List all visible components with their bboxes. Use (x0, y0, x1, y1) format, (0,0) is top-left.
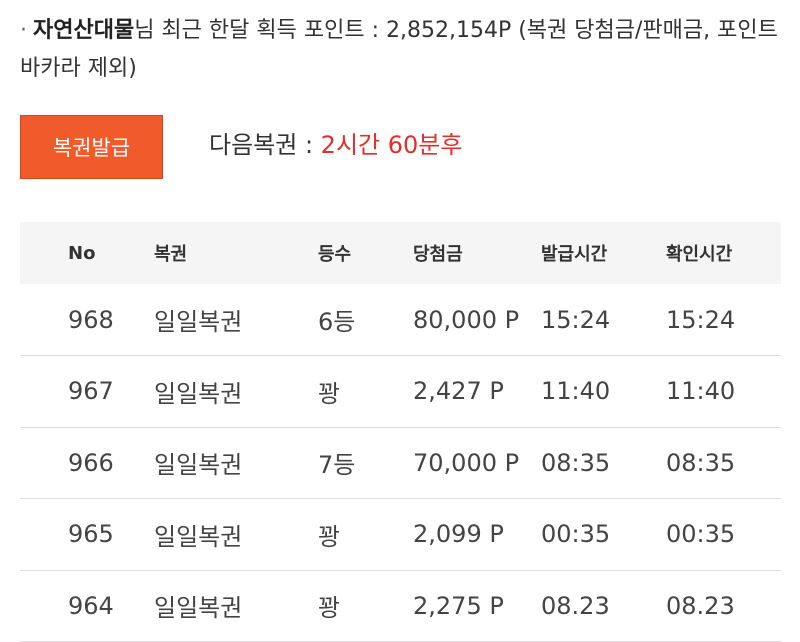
cell-no: 964 (68, 591, 114, 620)
cell-issued-time: 08:35 (541, 448, 611, 477)
cell-rank: 꽝 (318, 594, 341, 623)
points-summary-text: 님 최근 한달 획득 포인트 : 2,852,154P (복권 당첨금/판매금,… (20, 18, 778, 81)
table-row: 967 일일복권 꽝 2,427 P 11:40 11:40 (20, 356, 781, 427)
col-header-lottery: 복권 (154, 244, 188, 265)
table-row: 968 일일복권 6등 80,000 P 15:24 15:24 (20, 284, 781, 356)
cell-prize: 2,427 P (413, 377, 504, 406)
table-header-row: No 복권 등수 당첨금 발급시간 확인시간 (20, 222, 781, 284)
table-row: 965 일일복권 꽝 2,099 P 00:35 00:35 (20, 499, 781, 570)
table-row: 964 일일복권 꽝 2,275 P 08.23 08.23 (20, 570, 781, 642)
col-header-checked-time: 확인시간 (666, 244, 733, 265)
col-header-prize: 당첨금 (413, 244, 463, 265)
lottery-history-table: No 복권 등수 당첨금 발급시간 확인시간 968 일일복권 6등 80,00… (20, 222, 781, 642)
cell-issued-time: 15:24 (541, 305, 611, 334)
col-header-issued-time: 발급시간 (541, 244, 608, 265)
next-lottery-time: 2시간 60분후 (320, 131, 463, 159)
issue-row: 복권발급 다음복권 : 2시간 60분후 (20, 115, 780, 179)
next-lottery-info: 다음복권 : 2시간 60분후 (209, 125, 462, 160)
cell-rank: 7등 (318, 451, 356, 480)
cell-lottery: 일일복권 (154, 451, 243, 480)
cell-lottery: 일일복권 (154, 308, 243, 336)
cell-no: 966 (68, 448, 114, 477)
cell-no: 968 (68, 305, 114, 334)
points-summary: · 자연산대물님 최근 한달 획득 포인트 : 2,852,154P (복권 당첨… (20, 12, 780, 88)
next-lottery-label: 다음복권 : (209, 131, 321, 159)
col-header-no: No (68, 242, 96, 264)
issue-lottery-button[interactable]: 복권발급 (20, 115, 163, 179)
cell-prize: 2,099 P (413, 520, 504, 549)
cell-checked-time: 08:35 (666, 448, 736, 477)
cell-issued-time: 11:40 (541, 377, 611, 406)
cell-rank: 6등 (318, 308, 356, 336)
cell-issued-time: 08.23 (541, 591, 610, 620)
username: 자연산대물 (33, 18, 135, 43)
cell-no: 965 (68, 520, 114, 549)
bullet: · (20, 18, 27, 43)
table-row: 966 일일복권 7등 70,000 P 08:35 08:35 (20, 427, 781, 499)
cell-lottery: 일일복권 (154, 522, 243, 551)
cell-checked-time: 08.23 (666, 591, 735, 620)
cell-issued-time: 00:35 (541, 520, 611, 549)
cell-checked-time: 00:35 (666, 520, 736, 549)
cell-rank: 꽝 (318, 379, 341, 408)
cell-no: 967 (68, 377, 114, 406)
cell-lottery: 일일복권 (154, 379, 243, 408)
cell-rank: 꽝 (318, 522, 341, 551)
cell-checked-time: 11:40 (666, 377, 736, 406)
cell-prize: 2,275 P (413, 591, 504, 620)
cell-prize: 80,000 P (413, 305, 520, 334)
col-header-rank: 등수 (318, 244, 352, 265)
cell-checked-time: 15:24 (666, 305, 736, 334)
cell-prize: 70,000 P (413, 448, 520, 477)
cell-lottery: 일일복권 (154, 594, 243, 623)
